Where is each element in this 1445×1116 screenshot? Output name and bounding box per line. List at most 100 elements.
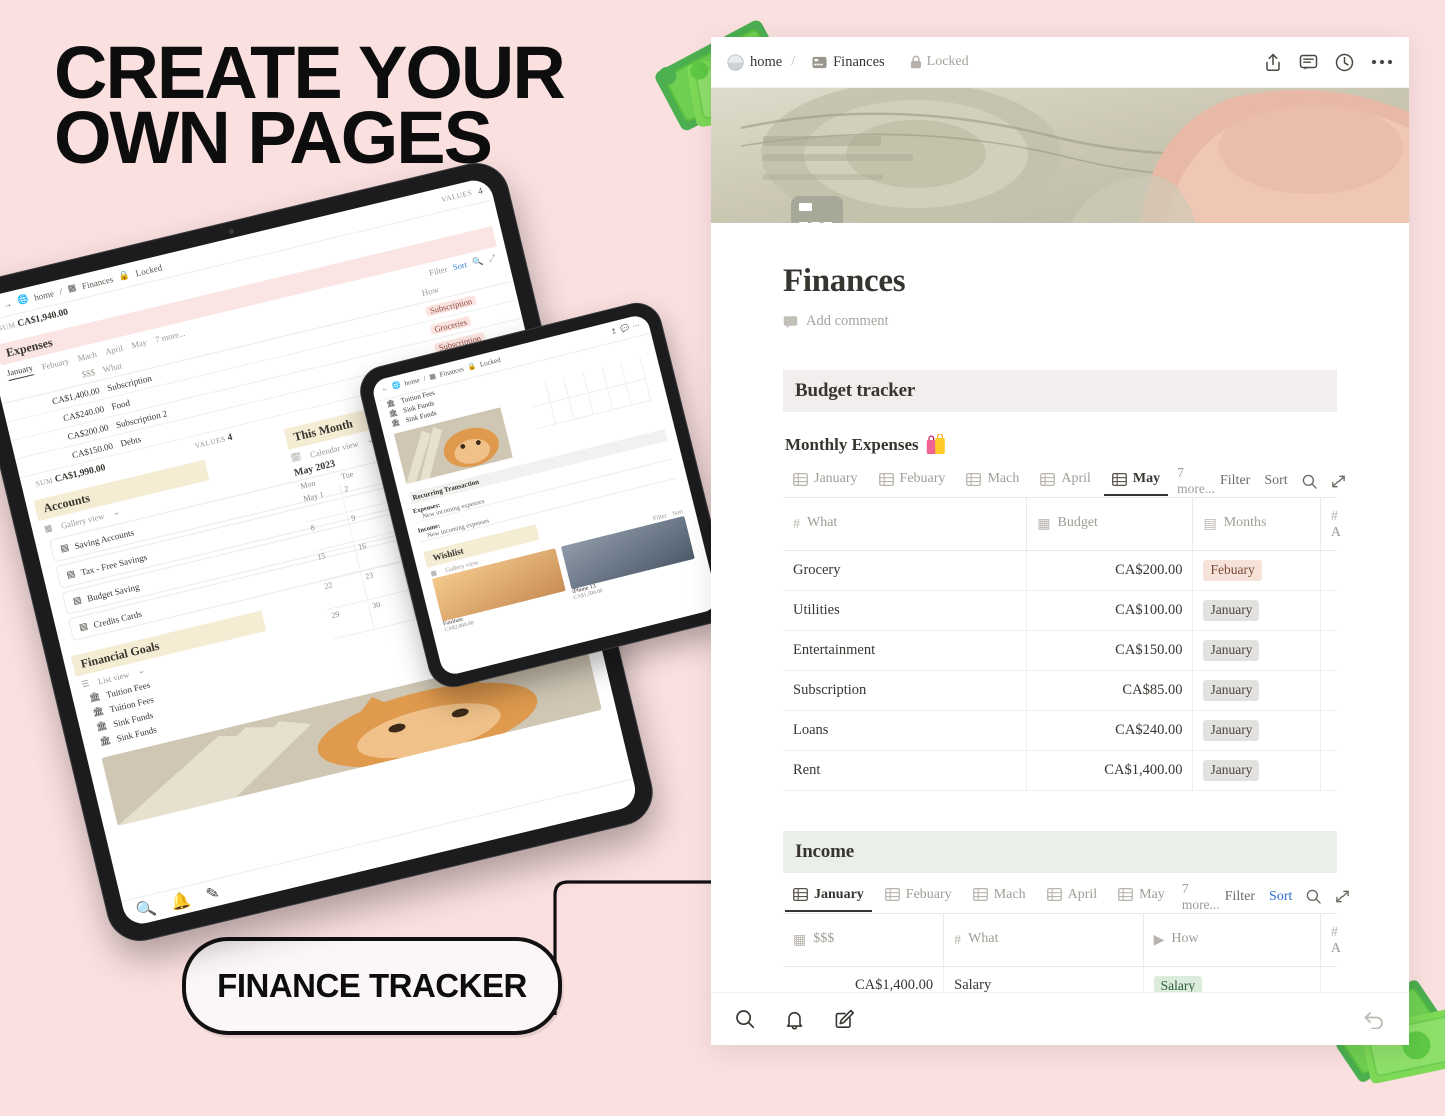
breadcrumb-page-icon: ▦ — [428, 371, 437, 382]
col-extra[interactable]: #A — [1320, 912, 1341, 967]
breadcrumb-home[interactable]: home — [33, 288, 55, 302]
expand-icon[interactable]: ⤢ — [488, 252, 497, 264]
sort-button[interactable]: Sort — [452, 259, 468, 273]
tab-january[interactable]: January — [785, 466, 866, 496]
filter-button[interactable]: Filter — [1225, 889, 1255, 905]
comment-icon — [783, 315, 798, 328]
col-what[interactable]: # What — [943, 912, 1144, 967]
cell-amount — [1320, 550, 1337, 592]
filter-button[interactable]: Filter — [428, 264, 448, 279]
cell-budget: CA$1,400.00 — [1026, 750, 1194, 791]
search-icon[interactable] — [1302, 474, 1317, 489]
col-amount[interactable]: ▦ $$$ — [783, 912, 945, 967]
cell-budget: CA$85.00 — [1026, 670, 1194, 711]
tab-label: April — [1067, 886, 1098, 902]
bell-icon[interactable]: 🔔 — [169, 889, 193, 913]
number-icon: # — [793, 517, 800, 533]
more-icon[interactable]: ⋯ — [632, 321, 641, 330]
comment-icon[interactable]: 💬 — [620, 324, 630, 334]
notion-window: home / Finances Locked Finances Add comm… — [711, 37, 1409, 1045]
calculator-icon: ▦ — [1037, 517, 1051, 533]
expenses-db-tools: Filter Sort — [1220, 473, 1346, 489]
cell-what: Loans — [783, 710, 1028, 751]
search-icon[interactable] — [1306, 889, 1322, 904]
tab-may[interactable]: May — [1104, 466, 1168, 496]
tab-april[interactable]: April — [1039, 882, 1106, 912]
cell-what: Grocery — [783, 550, 1028, 592]
breadcrumb[interactable]: home — [727, 54, 782, 71]
search-icon[interactable] — [735, 1009, 755, 1029]
tab-febuary[interactable]: Febuary — [871, 466, 954, 496]
add-comment-button[interactable]: Add comment — [783, 313, 1337, 330]
tab-more-button[interactable]: 7 more... — [1173, 465, 1215, 497]
locked-badge[interactable]: Locked — [910, 54, 969, 70]
income-band: Income — [783, 830, 1337, 873]
bell-icon[interactable] — [785, 1009, 804, 1030]
back-icon[interactable]: ← — [381, 384, 390, 393]
comment-icon[interactable] — [1299, 53, 1318, 72]
breadcrumb-home-label[interactable]: home — [750, 54, 782, 71]
history-icon[interactable] — [1335, 53, 1354, 72]
tab-january[interactable]: January — [785, 882, 872, 912]
breadcrumb-page-label[interactable]: Finances — [833, 54, 885, 71]
table-header-row: ▦ $$$ # What ▶ How #A — [783, 912, 1341, 967]
more-icon[interactable] — [1371, 58, 1393, 66]
forward-icon[interactable]: → — [2, 298, 13, 310]
table-row[interactable]: Loans CA$240.00 January — [783, 710, 1337, 751]
tab-may[interactable]: May — [1110, 882, 1173, 912]
tab-label: April — [1061, 471, 1091, 487]
compose-icon[interactable]: ✎ — [204, 882, 222, 905]
filter-button[interactable]: Filter — [1220, 473, 1250, 489]
search-icon[interactable]: 🔍 — [471, 255, 484, 268]
col-how[interactable]: ▶ How — [1143, 912, 1321, 967]
breadcrumb-home[interactable]: home — [404, 376, 421, 388]
tab-april[interactable]: April — [104, 342, 124, 356]
expand-icon[interactable] — [1331, 474, 1346, 489]
account-label: Saving Accounts — [73, 526, 135, 551]
tab-april[interactable]: April — [1032, 466, 1099, 496]
table-row[interactable]: Entertainment CA$150.00 January — [783, 630, 1337, 671]
number-icon: # — [1330, 509, 1338, 525]
share-icon[interactable]: ↥ — [610, 327, 618, 336]
tab-more-button[interactable]: 7 more... — [1178, 881, 1220, 913]
sort-button[interactable]: Sort — [1264, 473, 1287, 489]
table-row[interactable]: Utilities CA$100.00 January — [783, 590, 1337, 632]
tab-febuary[interactable]: Febuary — [877, 882, 960, 912]
col-months[interactable]: ▤ Months — [1192, 497, 1321, 552]
tab-mach[interactable]: Mach — [965, 882, 1034, 912]
promo-canvas: CREATE YOUR OWN PAGES FINANCE TRACKER → … — [0, 0, 1445, 1084]
page-icon[interactable] — [791, 196, 843, 223]
cell-budget: CA$100.00 — [1026, 590, 1194, 632]
share-icon[interactable] — [1264, 53, 1282, 72]
breadcrumb-page[interactable]: Finances — [81, 274, 114, 291]
month-tag: January — [1203, 719, 1260, 741]
table-row[interactable]: Subscription CA$85.00 January — [783, 670, 1337, 711]
sort-button[interactable]: Sort — [1269, 889, 1292, 905]
search-icon[interactable]: 🔍 — [134, 898, 158, 922]
table-row[interactable]: Rent CA$1,400.00 January — [783, 750, 1337, 791]
col-budget[interactable]: ▦ Budget — [1026, 497, 1194, 552]
breadcrumb-page[interactable]: Finances — [812, 54, 885, 71]
tab-may[interactable]: May — [130, 337, 147, 350]
shopping-bags-icon — [926, 434, 946, 455]
chevron-down-icon[interactable]: ⌄ — [136, 665, 145, 677]
cell-amount — [1320, 750, 1337, 791]
tab-mach[interactable]: Mach — [958, 466, 1027, 496]
compose-icon[interactable] — [834, 1009, 854, 1029]
col-what[interactable]: # What — [783, 497, 1028, 552]
breadcrumb-page[interactable]: Finances — [439, 365, 465, 379]
expand-icon[interactable] — [1335, 889, 1350, 904]
col-amount[interactable]: #A — [1320, 497, 1341, 552]
chevron-down-icon[interactable]: ⌄ — [111, 506, 120, 518]
table-icon — [1046, 888, 1062, 902]
card-icon: ▤ — [78, 620, 89, 633]
lock-icon: 🔒 — [117, 269, 131, 282]
account-label: Credits Cards — [92, 608, 143, 630]
header-values-label: VALUES — [440, 187, 474, 205]
tab-mach[interactable]: Mach — [76, 349, 97, 363]
wishlist-card[interactable]: iPhone 13 CA$1,500.00 — [560, 515, 698, 601]
promo-headline: CREATE YOUR OWN PAGES — [54, 36, 654, 175]
undo-icon[interactable] — [1363, 1009, 1385, 1029]
table-row[interactable]: Grocery CA$200.00 Febuary — [783, 550, 1337, 592]
cell-month: January — [1192, 710, 1321, 751]
